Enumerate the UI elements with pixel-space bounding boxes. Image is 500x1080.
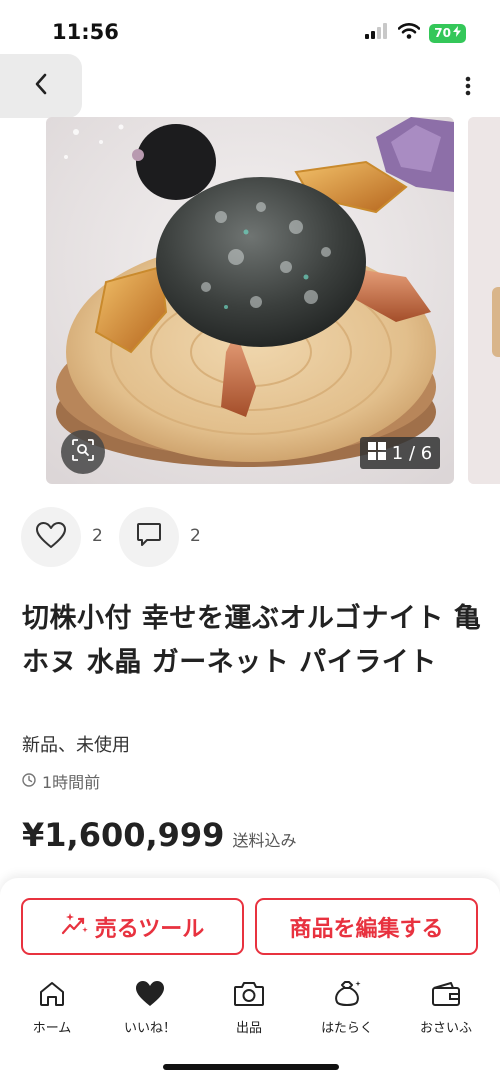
camera-icon [233, 980, 265, 1012]
battery-level: 70 [434, 25, 451, 40]
image-counter[interactable]: 1 / 6 [360, 437, 440, 469]
product-condition: 新品、未使用 [22, 735, 130, 756]
wifi-icon [397, 23, 421, 43]
money-bag-icon [332, 980, 362, 1012]
image-zoom-button[interactable] [61, 430, 105, 474]
wallet-icon [431, 980, 461, 1012]
grid-icon [367, 441, 386, 465]
next-product-image[interactable] [468, 117, 500, 484]
edit-item-button[interactable]: 商品を編集する [255, 898, 478, 955]
product-image[interactable] [46, 117, 454, 484]
comment-count: 2 [190, 526, 201, 546]
tab-work-label: はたらく [321, 1021, 373, 1036]
more-options-button[interactable] [458, 74, 478, 102]
price: ¥1,600,999 [22, 816, 225, 854]
sparkle-chart-icon [61, 911, 89, 943]
tab-likes[interactable]: いいね！ [110, 980, 190, 1036]
charging-icon [453, 25, 461, 41]
posted-time-text: 1時間前 [42, 773, 101, 792]
tab-work[interactable]: はたらく [307, 980, 387, 1036]
tab-sell[interactable]: 出品 [209, 980, 289, 1036]
status-bar: 11:56 70 [0, 0, 500, 60]
sell-tools-button[interactable]: 売るツール [21, 898, 244, 955]
back-button[interactable] [0, 54, 82, 118]
tab-likes-label: いいね！ [123, 1021, 176, 1036]
signal-icon [365, 23, 389, 43]
like-button[interactable] [21, 507, 81, 567]
home-indicator[interactable] [163, 1064, 339, 1070]
home-icon [38, 980, 66, 1012]
shipping-note: 送料込み [232, 831, 297, 850]
tab-home[interactable]: ホーム [12, 980, 92, 1036]
posted-time: 1時間前 [22, 769, 100, 793]
status-time: 11:56 [52, 20, 119, 44]
sell-tools-label: 売るツール [94, 916, 205, 942]
chevron-left-icon [34, 73, 48, 99]
scan-zoom-icon [72, 439, 94, 465]
image-counter-text: 1 / 6 [391, 442, 433, 464]
product-title: 切株小付 幸せを運ぶオルゴナイト 亀 ホヌ 水晶 ガーネット パイライト [22, 603, 482, 678]
tab-home-label: ホーム [32, 1021, 72, 1036]
clock-icon [22, 772, 36, 791]
tab-wallet[interactable]: おさいふ [406, 980, 486, 1036]
heart-outline-icon [36, 521, 66, 553]
more-vertical-icon [465, 76, 471, 100]
comment-button[interactable] [119, 507, 179, 567]
heart-filled-icon [135, 980, 165, 1012]
edit-item-label: 商品を編集する [289, 916, 444, 942]
comment-icon [136, 522, 162, 552]
status-icons: 70 [365, 23, 466, 43]
like-count: 2 [92, 526, 103, 546]
tab-sell-label: 出品 [235, 1021, 262, 1036]
price-row: ¥1,600,999 送料込み [22, 816, 296, 854]
battery-indicator: 70 [429, 23, 466, 43]
tab-wallet-label: おさいふ [419, 1021, 472, 1036]
